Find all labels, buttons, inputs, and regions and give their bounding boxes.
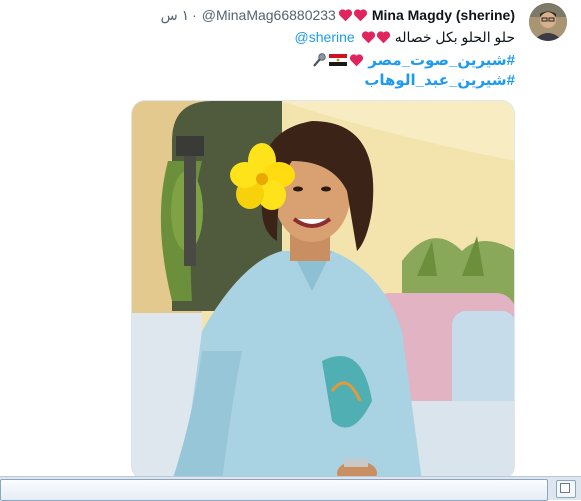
tweet-header: Mina Magdy (sherine) @MinaMag66880233 · …: [161, 5, 515, 25]
red-heart-icon: [350, 54, 364, 67]
tweet-text-line-1: حلو الحلو بكل خصاله @sherine: [295, 27, 515, 47]
hashtag-link-2[interactable]: #شيرين_عبد_الوهاب: [364, 71, 515, 89]
checkbox-icon: [560, 483, 570, 493]
tweet-timestamp[interactable]: ١ س: [161, 7, 190, 24]
author-name-hearts: [338, 8, 368, 22]
body-hearts: [361, 30, 391, 44]
author-name[interactable]: Mina Magdy (sherine): [372, 7, 515, 23]
tweet-text-line-3: #شيرين_عبد_الوهاب: [364, 70, 515, 90]
separator-dot: ·: [192, 7, 197, 23]
photo-illustration: [132, 101, 514, 479]
microphone-icon: [313, 53, 326, 67]
taskbar-window-button[interactable]: [0, 479, 548, 501]
mention-link[interactable]: @sherine: [295, 29, 355, 45]
egypt-flag-icon: [329, 54, 348, 66]
tweet-media-photo[interactable]: [131, 100, 515, 480]
author-handle[interactable]: @MinaMag66880233: [202, 7, 336, 23]
tweet-body-text: حلو الحلو بكل خصاله: [394, 28, 515, 45]
red-heart-icon: [376, 31, 390, 44]
red-heart-icon: [338, 9, 352, 22]
tray-checkbox[interactable]: [556, 480, 576, 498]
tweet[interactable]: Mina Magdy (sherine) @MinaMag66880233 · …: [0, 0, 581, 480]
hashtag-link-1[interactable]: #شيرين_صوت_مصر: [368, 51, 515, 69]
hashtag-1-emojis: [311, 53, 364, 67]
tweet-text-line-2: #شيرين_صوت_مصر: [311, 50, 515, 70]
red-heart-icon: [361, 31, 375, 44]
author-avatar[interactable]: [529, 3, 567, 41]
taskbar: [0, 476, 581, 501]
red-heart-icon: [353, 9, 367, 22]
